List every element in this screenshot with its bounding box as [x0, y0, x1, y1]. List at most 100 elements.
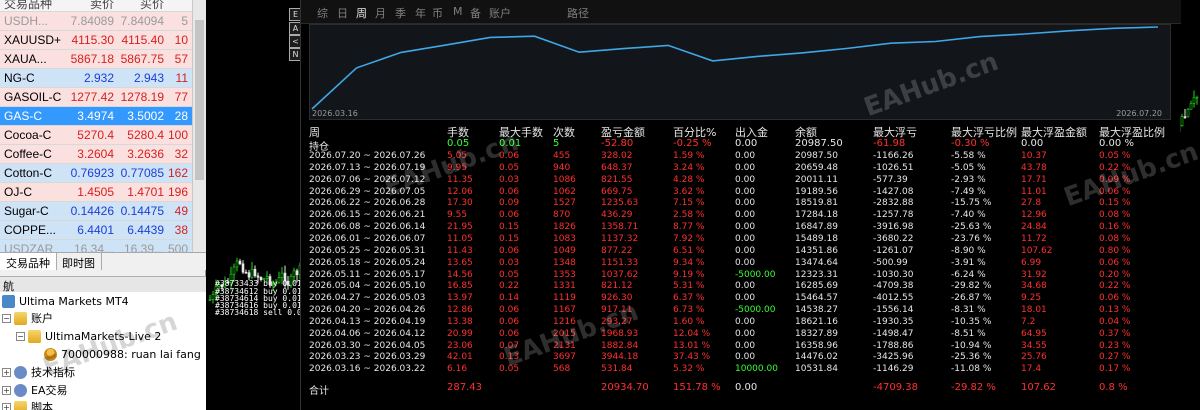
- table-row[interactable]: 2026.05.18 ~ 2026.05.24 13.65 0.03 1348 1151…: [309, 258, 1171, 270]
- bid-price: 1277.42: [70, 90, 114, 104]
- cell-count: 1527: [553, 198, 576, 209]
- expand-icon[interactable]: +: [2, 385, 11, 395]
- symbol-name: Cotton-C: [4, 166, 53, 180]
- table-row[interactable]: 2026.05.25 ~ 2026.05.31 11.43 0.06 1049 877.…: [309, 246, 1171, 258]
- cell-pct: 13.01 %: [673, 340, 711, 351]
- report-tab[interactable]: 月: [375, 5, 386, 21]
- expand-icon[interactable]: +: [2, 402, 11, 410]
- market-watch-row[interactable]: GAS-C 3.4974 3.5002 28: [0, 107, 192, 126]
- cell-week: 2026.05.25 ~ 2026.05.31: [309, 245, 426, 256]
- table-row[interactable]: 2026.04.27 ~ 2026.05.03 13.97 0.14 1119 926.…: [309, 293, 1171, 305]
- market-watch-row[interactable]: USDH... 7.84089 7.84094 5: [0, 12, 192, 31]
- candle-body: [280, 272, 284, 278]
- collapse-icon[interactable]: −: [2, 313, 11, 323]
- table-row[interactable]: 2026.06.15 ~ 2026.06.21 9.55 0.06 870 436.29…: [309, 210, 1171, 222]
- market-watch-row[interactable]: Sugar-C 0.14426 0.14475 49: [0, 202, 192, 221]
- table-row[interactable]: 2026.03.30 ~ 2026.04.05 23.06 0.07 2131 1882…: [309, 341, 1171, 353]
- cell-max-lots: 0.05: [499, 269, 520, 280]
- table-row[interactable]: 2026.03.16 ~ 2026.03.22 6.16 0.05 568 531.84…: [309, 364, 1171, 376]
- report-tab[interactable]: 年: [415, 5, 426, 21]
- report-tab[interactable]: 币: [432, 5, 443, 21]
- market-watch-row[interactable]: USDZAR 16.34... 16.39... 500: [0, 240, 192, 252]
- tab-symbols[interactable]: 交易品种: [0, 253, 57, 270]
- table-row[interactable]: 2026.04.06 ~ 2026.04.12 20.99 0.06 2015 1968…: [309, 329, 1171, 341]
- cell-deposit: 0.00: [735, 233, 756, 244]
- spread: 49: [174, 204, 188, 218]
- bid-price: 3.2604: [77, 147, 114, 161]
- nav-item-server[interactable]: − UltimaMarkets-Live 2: [16, 327, 161, 345]
- report-tab[interactable]: 路径: [567, 5, 589, 21]
- cell-week: 2026.05.11 ~ 2026.05.17: [309, 269, 426, 280]
- table-row[interactable]: 2026.07.20 ~ 2026.07.26 5.05 0.06 455 328.02…: [309, 151, 1171, 163]
- market-watch-row[interactable]: Coffee-C 3.2604 3.2636 32: [0, 145, 192, 164]
- total-row[interactable]: 合计 287.43 20934.70 151.78 % 0.00 -4709.38 -29.…: [309, 382, 1171, 397]
- cell-max-dd: -3680.22: [873, 233, 914, 244]
- market-watch-row[interactable]: XAUUSD+ 4115.30 4115.40 10: [0, 31, 192, 50]
- table-row[interactable]: 2026.05.11 ~ 2026.05.17 14.56 0.05 1353 1037…: [309, 270, 1171, 282]
- table-row[interactable]: 2026.07.06 ~ 2026.07.12 11.35 0.03 1086 821.…: [309, 175, 1171, 187]
- cell-count: 455: [553, 151, 571, 161]
- market-watch-row[interactable]: Cocoa-C 5270.4 5280.4 100: [0, 126, 192, 145]
- cell-pnl: 821.55: [601, 174, 633, 185]
- bid-price: 16.34...: [73, 242, 114, 252]
- nav-item-scripts[interactable]: + 脚本: [2, 398, 53, 410]
- cell-lots: 13.38: [447, 316, 473, 327]
- table-row[interactable]: 2026.06.08 ~ 2026.06.14 21.95 0.15 1826 1358…: [309, 222, 1171, 234]
- table-row[interactable]: 2026.06.01 ~ 2026.06.07 11.05 0.15 1083 1137…: [309, 234, 1171, 246]
- cell-max-fp: 107.62: [1021, 245, 1053, 256]
- bid-price: 1.4505: [77, 185, 114, 199]
- cell-max-lots: 0.06: [499, 305, 520, 316]
- cell-count: 1083: [553, 233, 576, 244]
- table-row[interactable]: 2026.04.13 ~ 2026.04.19 13.38 0.06 1216 293.…: [309, 317, 1171, 329]
- report-tab[interactable]: 账户: [489, 5, 511, 21]
- expand-icon[interactable]: +: [2, 367, 11, 377]
- nav-item-indicators[interactable]: + 技术指标: [2, 363, 75, 381]
- table-row[interactable]: 2026.06.22 ~ 2026.06.28 17.30 0.09 1527 1235…: [309, 198, 1171, 210]
- cell-max-dd: -1166.26: [873, 151, 914, 161]
- cell-week: 2026.05.04 ~ 2026.05.10: [309, 281, 426, 292]
- table-row[interactable]: 2026.03.23 ~ 2026.03.29 42.01 0.13 3697 3944…: [309, 352, 1171, 364]
- order-label: #38734618 sell 0.01: [215, 308, 307, 317]
- market-watch-scrollbar[interactable]: [192, 0, 206, 252]
- tab-tick-chart[interactable]: 即时图: [56, 253, 102, 270]
- table-row[interactable]: 2026.07.13 ~ 2026.07.19 9.95 0.05 940 648.37…: [309, 163, 1171, 175]
- table-row[interactable]: 2026.06.29 ~ 2026.07.05 12.06 0.06 1062 669.…: [309, 187, 1171, 199]
- cell-week: 2026.06.08 ~ 2026.06.14: [309, 222, 426, 233]
- market-watch-row[interactable]: GASOIL-C 1277.42 1278.19 77: [0, 88, 192, 107]
- report-tab[interactable]: 日: [337, 5, 348, 21]
- cell-pnl: 3944.18: [601, 352, 639, 363]
- cell-pct: 8.77 %: [673, 222, 705, 233]
- table-row[interactable]: 2026.04.20 ~ 2026.04.26 12.86 0.06 1167 917.…: [309, 305, 1171, 317]
- cell-lots: 9.95: [447, 162, 468, 173]
- cell-max-lots: 0.14: [499, 293, 520, 304]
- market-watch-row[interactable]: COPPE... 6.4401 6.4439 38: [0, 221, 192, 240]
- cell-balance: 20987.50: [795, 151, 838, 161]
- cell-max-dd-pct: -15.75 %: [951, 198, 992, 209]
- cell-pct: 5.31 %: [673, 281, 705, 292]
- cell-deposit: 0.00: [735, 293, 756, 304]
- report-tab[interactable]: 综: [317, 5, 328, 21]
- market-watch-row[interactable]: XAUA... 5867.18 5867.75 57: [0, 50, 192, 69]
- cell-pnl: 1137.32: [601, 233, 639, 244]
- cell-balance: 14476.02: [795, 352, 838, 363]
- cell-week: 2026.04.20 ~ 2026.04.26: [309, 305, 426, 316]
- market-watch-row[interactable]: NG-C 2.932 2.943 11: [0, 69, 192, 88]
- report-tab[interactable]: 周: [356, 5, 367, 21]
- report-tab[interactable]: 备: [470, 5, 481, 21]
- nav-item-broker[interactable]: Ultima Markets MT4: [2, 292, 129, 310]
- market-watch-row[interactable]: Cotton-C 0.76923 0.77085 162: [0, 164, 192, 183]
- spread: 77: [174, 90, 188, 104]
- nav-item-account[interactable]: 700000988: ruan lai fang: [44, 345, 201, 363]
- report-tab[interactable]: M: [453, 5, 463, 18]
- cell-max-dd-pct: -7.40 %: [951, 210, 986, 221]
- cell-balance: 15464.57: [795, 293, 838, 304]
- table-row[interactable]: 2026.05.04 ~ 2026.05.10 16.85 0.22 1331 821.…: [309, 281, 1171, 293]
- nav-item-experts[interactable]: + EA交易: [2, 381, 67, 399]
- ask-price: 6.4439: [127, 223, 164, 237]
- holding-row[interactable]: 持仓 0.05 0.01 5 -52.80 -0.25 % 0.00 20987.50 -61.…: [309, 138, 1171, 153]
- report-tab[interactable]: 季: [395, 5, 406, 21]
- cell-deposit: 0.00: [735, 328, 756, 339]
- nav-item-accounts[interactable]: − 账户: [2, 309, 53, 327]
- collapse-icon[interactable]: −: [16, 331, 25, 341]
- market-watch-row[interactable]: OJ-C 1.4505 1.4701 196: [0, 183, 192, 202]
